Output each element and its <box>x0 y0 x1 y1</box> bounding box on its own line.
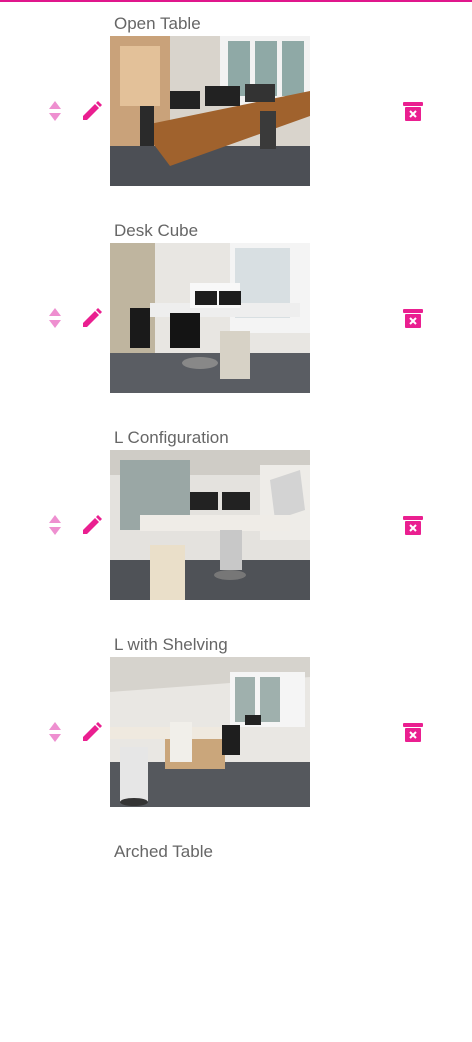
pencil-icon <box>83 308 102 327</box>
edit-button[interactable] <box>79 512 105 538</box>
sort-up-down-icon <box>49 722 61 742</box>
item-title: Desk Cube <box>114 221 199 240</box>
delete-button[interactable] <box>400 305 426 331</box>
list-item: Open Table <box>0 14 472 214</box>
pencil-icon <box>83 515 102 534</box>
sort-up-down-icon <box>49 308 61 328</box>
edit-button[interactable] <box>79 305 105 331</box>
pencil-icon <box>83 722 102 741</box>
list-item: L with Shelving <box>0 635 472 835</box>
sort-up-down-icon <box>49 101 61 121</box>
trash-x-icon <box>403 723 423 742</box>
item-title: Open Table <box>114 14 201 33</box>
item-photo <box>110 657 310 807</box>
trash-x-icon <box>403 102 423 121</box>
sort-handle[interactable] <box>45 715 65 749</box>
sort-handle[interactable] <box>45 94 65 128</box>
item-title: L Configuration <box>114 428 229 447</box>
delete-button[interactable] <box>400 98 426 124</box>
edit-button[interactable] <box>79 98 105 124</box>
item-photo <box>110 450 310 600</box>
item-photo <box>110 243 310 393</box>
trash-x-icon <box>403 309 423 328</box>
delete-button[interactable] <box>400 512 426 538</box>
pencil-icon <box>83 101 102 120</box>
sort-handle[interactable] <box>45 508 65 542</box>
item-photo <box>110 36 310 186</box>
trash-x-icon <box>403 516 423 535</box>
item-title: L with Shelving <box>114 635 228 654</box>
sort-up-down-icon <box>49 515 61 535</box>
top-divider <box>0 0 472 2</box>
list-item: L Configuration <box>0 428 472 628</box>
delete-button[interactable] <box>400 719 426 745</box>
edit-button[interactable] <box>79 719 105 745</box>
sort-handle[interactable] <box>45 301 65 335</box>
list-item: Arched Table <box>0 842 472 1042</box>
list-item: Desk Cube <box>0 221 472 421</box>
item-title: Arched Table <box>114 842 213 861</box>
